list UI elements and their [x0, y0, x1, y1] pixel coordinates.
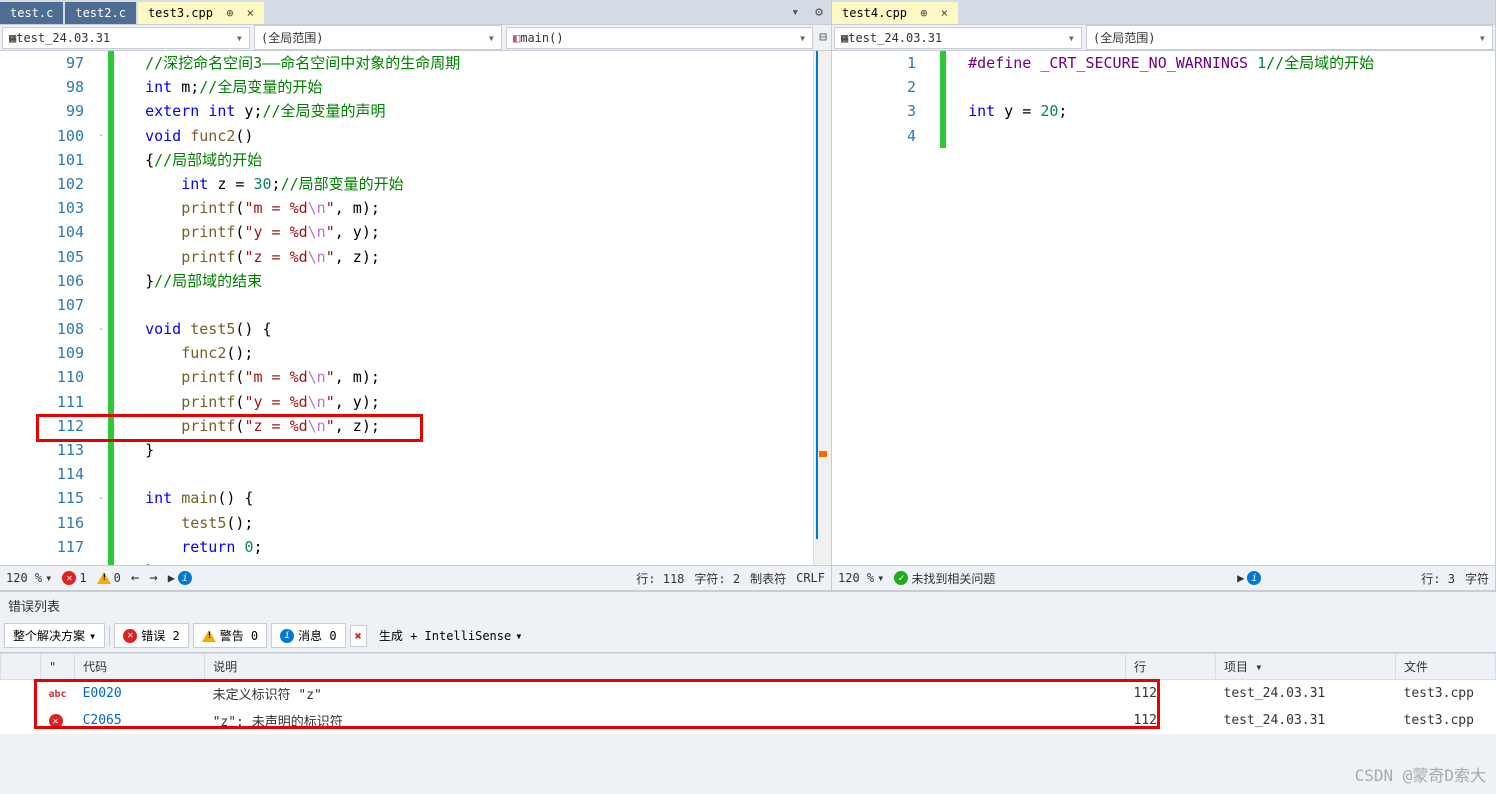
col-desc[interactable]: 说明 — [205, 654, 1126, 680]
tab-test4-cpp[interactable]: test4.cpp ⊕ × — [832, 2, 958, 24]
info-icon: i — [1247, 571, 1261, 585]
cube-icon: ◧ — [513, 31, 520, 45]
nav-next[interactable]: → — [149, 570, 157, 586]
no-issues[interactable]: ✓未找到相关问题 — [894, 570, 995, 587]
tab-test3-cpp[interactable]: test3.cpp ⊕ × — [138, 2, 264, 24]
error-count[interactable]: ✕1 — [62, 571, 86, 585]
close-icon[interactable]: × — [247, 6, 254, 20]
clear-button[interactable]: ✖ — [350, 625, 367, 647]
table-row[interactable]: abcE0020未定义标识符 "z"112test_24.03.31test3.… — [1, 680, 1496, 708]
tab-test-c[interactable]: test.c — [0, 2, 63, 24]
tab-test2-c[interactable]: test2.c — [65, 2, 136, 24]
error-icon: ✕ — [62, 571, 76, 585]
line-indicator[interactable]: 行: 118 — [636, 570, 684, 587]
nav-prev[interactable]: ← — [131, 570, 139, 586]
errors-filter[interactable]: ✕错误 2 — [114, 623, 188, 648]
pin-icon[interactable]: ⊕ — [226, 6, 233, 20]
error-toolbar: 整个解决方案 ▾ ✕错误 2 警告 0 i消息 0 ✖ 生成 + Intelli… — [0, 619, 1496, 653]
col-file[interactable]: 文件 — [1396, 654, 1496, 680]
warnings-filter[interactable]: 警告 0 — [193, 623, 267, 648]
close-icon[interactable]: × — [941, 6, 948, 20]
project-selector[interactable]: ▦ test_24.03.31 ▾ — [2, 27, 250, 49]
scope-selector[interactable]: (全局范围) ▾ — [1086, 25, 1493, 50]
warning-count[interactable]: 0 — [97, 571, 121, 585]
zoom-level[interactable]: 120 % ▾ — [838, 571, 884, 585]
scope-selector[interactable]: (全局范围) ▾ — [254, 25, 502, 50]
pin-icon[interactable]: ⊕ — [920, 6, 927, 20]
scope-label: (全局范围) — [1093, 29, 1155, 46]
messages-filter[interactable]: i消息 0 — [271, 623, 345, 648]
tabs-indicator[interactable]: 制表符 — [750, 570, 786, 587]
error-list-panel: 错误列表 整个解决方案 ▾ ✕错误 2 警告 0 i消息 0 ✖ 生成 + In… — [0, 590, 1496, 734]
nav-bar-right: ▦ test_24.03.31 ▾ (全局范围) ▾ — [832, 25, 1495, 51]
scope-dropdown[interactable]: 整个解决方案 ▾ — [4, 623, 105, 648]
project-icon: ▦ — [9, 31, 16, 45]
fold-margin[interactable] — [926, 51, 940, 565]
status-bar-right: 120 % ▾ ✓未找到相关问题 ▶ i 行: 3 字符 — [832, 565, 1495, 590]
col-state[interactable]: " — [41, 654, 75, 680]
line-indicator[interactable]: 行: 3 — [1421, 570, 1455, 587]
chevron-down-icon: ▾ — [759, 31, 806, 45]
editor-left[interactable]: 9798991001011021031041051061071081091101… — [0, 51, 831, 565]
info-icon: i — [178, 571, 192, 585]
scrollbar-right[interactable] — [813, 51, 831, 565]
tab-label: test4.cpp — [842, 6, 907, 20]
error-table[interactable]: " 代码 说明 行 项目 ▾ 文件 abcE0020未定义标识符 "z"112t… — [0, 653, 1496, 734]
project-icon: ▦ — [841, 31, 848, 45]
chevron-down-icon: ▾ — [877, 571, 884, 585]
info-icon: i — [280, 629, 294, 643]
chevron-down-icon: ▾ — [89, 629, 96, 643]
col-project[interactable]: 项目 ▾ — [1216, 654, 1396, 680]
chevron-down-icon: ▾ — [1028, 31, 1075, 45]
chevron-down-icon: ▾ — [45, 571, 52, 585]
build-source-dropdown[interactable]: 生成 + IntelliSense ▾ — [371, 624, 531, 647]
project-selector[interactable]: ▦ test_24.03.31 ▾ — [834, 27, 1082, 49]
tab-bar-left: test.c test2.c test3.cpp ⊕ × ▾ ⚙ — [0, 0, 831, 25]
watermark: CSDN @蒙奇D索大 — [1355, 762, 1486, 786]
fold-margin[interactable]: --- — [94, 51, 108, 565]
error-icon: ✕ — [123, 629, 137, 643]
line-gutter: 1234 — [832, 51, 926, 565]
char-indicator[interactable]: 字符: 2 — [694, 570, 740, 587]
chevron-down-icon: ▾ — [196, 31, 243, 45]
editor-right[interactable]: 1234 #define _CRT_SECURE_NO_WARNINGS 1//… — [832, 51, 1495, 565]
chevron-down-icon: ▾ — [515, 629, 522, 643]
chevron-down-icon: ▾ — [1439, 31, 1486, 45]
code-area[interactable]: #define _CRT_SECURE_NO_WARNINGS 1//全局域的开… — [946, 51, 1495, 565]
gear-icon[interactable]: ⚙ — [807, 1, 831, 24]
project-name: test_24.03.31 — [848, 31, 942, 45]
char-indicator[interactable]: 字符 — [1465, 570, 1489, 587]
function-name: main() — [520, 31, 563, 45]
col-icon[interactable] — [1, 654, 41, 680]
clear-icon: ✖ — [355, 629, 362, 643]
warning-icon — [97, 572, 111, 584]
project-name: test_24.03.31 — [16, 31, 110, 45]
table-row[interactable]: ✕C2065"z": 未声明的标识符112test_24.03.31test3.… — [1, 707, 1496, 734]
warning-icon — [202, 630, 216, 642]
info-button[interactable]: ▶ i — [1237, 571, 1261, 585]
chevron-down-icon: ▾ — [448, 31, 495, 45]
tab-bar-right: test4.cpp ⊕ × — [832, 0, 1495, 25]
zoom-level[interactable]: 120 % ▾ — [6, 571, 52, 585]
col-code[interactable]: 代码 — [75, 654, 205, 680]
error-marker[interactable] — [819, 451, 827, 457]
nav-bar-left: ▦ test_24.03.31 ▾ (全局范围) ▾ ◧ main() ▾ ⊟ — [0, 25, 831, 51]
col-line[interactable]: 行 — [1126, 654, 1216, 680]
line-gutter: 9798991001011021031041051061071081091101… — [0, 51, 94, 565]
scope-label: (全局范围) — [261, 29, 323, 46]
info-button[interactable]: ▶ i — [168, 571, 192, 585]
split-icon[interactable]: ⊟ — [815, 26, 831, 49]
ok-icon: ✓ — [894, 571, 908, 585]
status-bar-left: 120 % ▾ ✕1 0 ← → ▶ i 行: 118 字符: 2 制表符 CR… — [0, 565, 831, 590]
eol-indicator[interactable]: CRLF — [796, 571, 825, 585]
function-selector[interactable]: ◧ main() ▾ — [506, 27, 813, 49]
code-area[interactable]: //深挖命名空间3——命名空间中对象的生命周期 int m;//全局变量的开始 … — [114, 51, 813, 565]
tab-label: test3.cpp — [148, 6, 213, 20]
error-list-title: 错误列表 — [0, 592, 1496, 619]
tab-menu-caret[interactable]: ▾ — [783, 1, 807, 24]
